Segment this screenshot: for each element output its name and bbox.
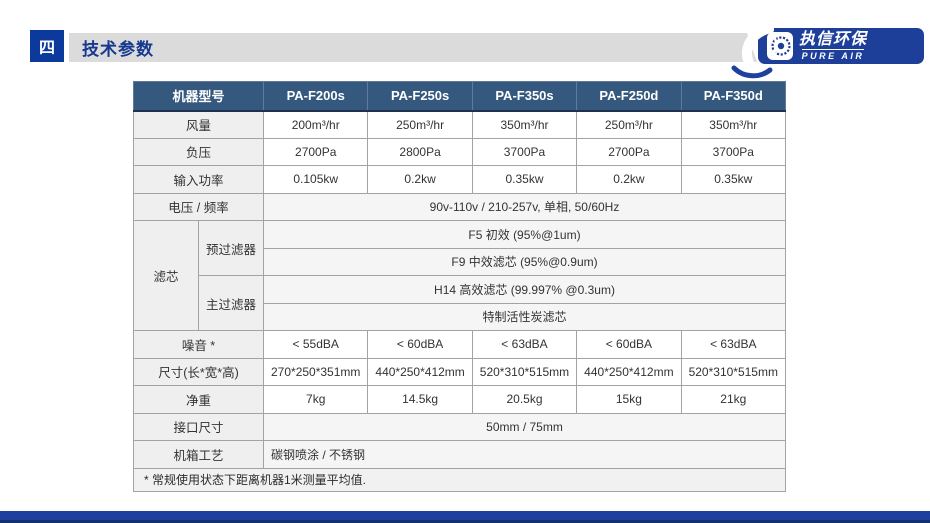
cell-size-1: 270*250*351mm — [264, 358, 368, 386]
cell-noise-3: < 63dBA — [472, 331, 576, 359]
table-header-row: 机器型号 PA-F200s PA-F250s PA-F350s PA-F250d… — [134, 82, 786, 111]
cell-size-4: 440*250*412mm — [577, 358, 681, 386]
label-filter: 滤芯 — [134, 221, 199, 331]
row-airflow: 风量 200m³/hr 250m³/hr 350m³/hr 250m³/hr 3… — [134, 111, 786, 139]
label-port: 接口尺寸 — [134, 413, 264, 441]
cell-mainfilter-2: 特制活性炭滤芯 — [264, 303, 786, 331]
brand-text-block: 执信环保 PURE AIR — [799, 31, 867, 62]
cell-airflow-3: 350m³/hr — [472, 111, 576, 139]
label-mainfilter: 主过滤器 — [199, 276, 264, 331]
cell-weight-3: 20.5kg — [472, 386, 576, 414]
label-size: 尺寸(长*宽*高) — [134, 358, 264, 386]
cell-airflow-2: 250m³/hr — [368, 111, 472, 139]
cell-power-5: 0.35kw — [681, 166, 785, 194]
cell-weight-5: 21kg — [681, 386, 785, 414]
row-noise: 噪音 * < 55dBA < 60dBA < 63dBA < 60dBA < 6… — [134, 331, 786, 359]
cell-pressure-4: 2700Pa — [577, 138, 681, 166]
cell-weight-1: 7kg — [264, 386, 368, 414]
cell-prefilter-1: F5 初效 (95%@1um) — [264, 221, 786, 249]
label-noise: 噪音 * — [134, 331, 264, 359]
row-voltage: 电压 / 频率 90v-110v / 210-257v, 单相, 50/60Hz — [134, 193, 786, 221]
brand-name-en: PURE AIR — [802, 49, 865, 61]
cell-noise-1: < 55dBA — [264, 331, 368, 359]
section-number-badge: 四 — [30, 30, 64, 62]
table-footnote: * 常规使用状态下距离机器1米测量平均值. — [134, 468, 786, 491]
cell-airflow-5: 350m³/hr — [681, 111, 785, 139]
cell-size-3: 520*310*515mm — [472, 358, 576, 386]
row-filter-main-1: 主过滤器 H14 高效滤芯 (99.997% @0.3um) — [134, 276, 786, 304]
cell-voltage: 90v-110v / 210-257v, 单相, 50/60Hz — [264, 193, 786, 221]
cell-noise-2: < 60dBA — [368, 331, 472, 359]
row-footnote: * 常规使用状态下距离机器1米测量平均值. — [134, 468, 786, 491]
cell-size-5: 520*310*515mm — [681, 358, 785, 386]
cell-port: 50mm / 75mm — [264, 413, 786, 441]
row-chassis: 机箱工艺 碳钢喷涂 / 不锈钢 — [134, 441, 786, 469]
label-chassis: 机箱工艺 — [134, 441, 264, 469]
row-size: 尺寸(长*宽*高) 270*250*351mm 440*250*412mm 52… — [134, 358, 786, 386]
label-prefilter: 预过滤器 — [199, 221, 264, 276]
cell-weight-2: 14.5kg — [368, 386, 472, 414]
cell-airflow-4: 250m³/hr — [577, 111, 681, 139]
cell-size-2: 440*250*412mm — [368, 358, 472, 386]
label-pressure: 负压 — [134, 138, 264, 166]
logo-swoosh-icon — [728, 22, 774, 80]
row-port: 接口尺寸 50mm / 75mm — [134, 413, 786, 441]
cell-chassis: 碳钢喷涂 / 不锈钢 — [264, 441, 786, 469]
brand-name-cn: 执信环保 — [799, 31, 867, 49]
row-filter-pre-1: 滤芯 预过滤器 F5 初效 (95%@1um) — [134, 221, 786, 249]
spec-table: 机器型号 PA-F200s PA-F250s PA-F350s PA-F250d… — [133, 81, 786, 492]
header-model-3: PA-F350s — [472, 82, 576, 111]
page-title: 技术参数 — [82, 35, 154, 60]
cell-noise-4: < 60dBA — [577, 331, 681, 359]
label-weight: 净重 — [134, 386, 264, 414]
header-model-1: PA-F200s — [264, 82, 368, 111]
cell-mainfilter-1: H14 高效滤芯 (99.997% @0.3um) — [264, 276, 786, 304]
label-power: 输入功率 — [134, 166, 264, 194]
cell-power-4: 0.2kw — [577, 166, 681, 194]
header-model-4: PA-F250d — [577, 82, 681, 111]
cell-noise-5: < 63dBA — [681, 331, 785, 359]
row-weight: 净重 7kg 14.5kg 20.5kg 15kg 21kg — [134, 386, 786, 414]
section-title-banner: 技术参数 — [69, 33, 757, 62]
cell-weight-4: 15kg — [577, 386, 681, 414]
row-power: 输入功率 0.105kw 0.2kw 0.35kw 0.2kw 0.35kw — [134, 166, 786, 194]
row-pressure: 负压 2700Pa 2800Pa 3700Pa 2700Pa 3700Pa — [134, 138, 786, 166]
brand-logo: 执信环保 PURE AIR — [758, 28, 924, 64]
cell-power-1: 0.105kw — [264, 166, 368, 194]
cell-pressure-2: 2800Pa — [368, 138, 472, 166]
cell-prefilter-2: F9 中效滤芯 (95%@0.9um) — [264, 248, 786, 276]
cell-pressure-5: 3700Pa — [681, 138, 785, 166]
label-airflow: 风量 — [134, 111, 264, 139]
cell-pressure-1: 2700Pa — [264, 138, 368, 166]
header-model-2: PA-F250s — [368, 82, 472, 111]
label-voltage: 电压 / 频率 — [134, 193, 264, 221]
cell-power-3: 0.35kw — [472, 166, 576, 194]
bottom-bar — [0, 511, 930, 523]
cell-airflow-1: 200m³/hr — [264, 111, 368, 139]
cell-pressure-3: 3700Pa — [472, 138, 576, 166]
header-model-5: PA-F350d — [681, 82, 785, 111]
cell-power-2: 0.2kw — [368, 166, 472, 194]
header-model-label: 机器型号 — [134, 82, 264, 111]
